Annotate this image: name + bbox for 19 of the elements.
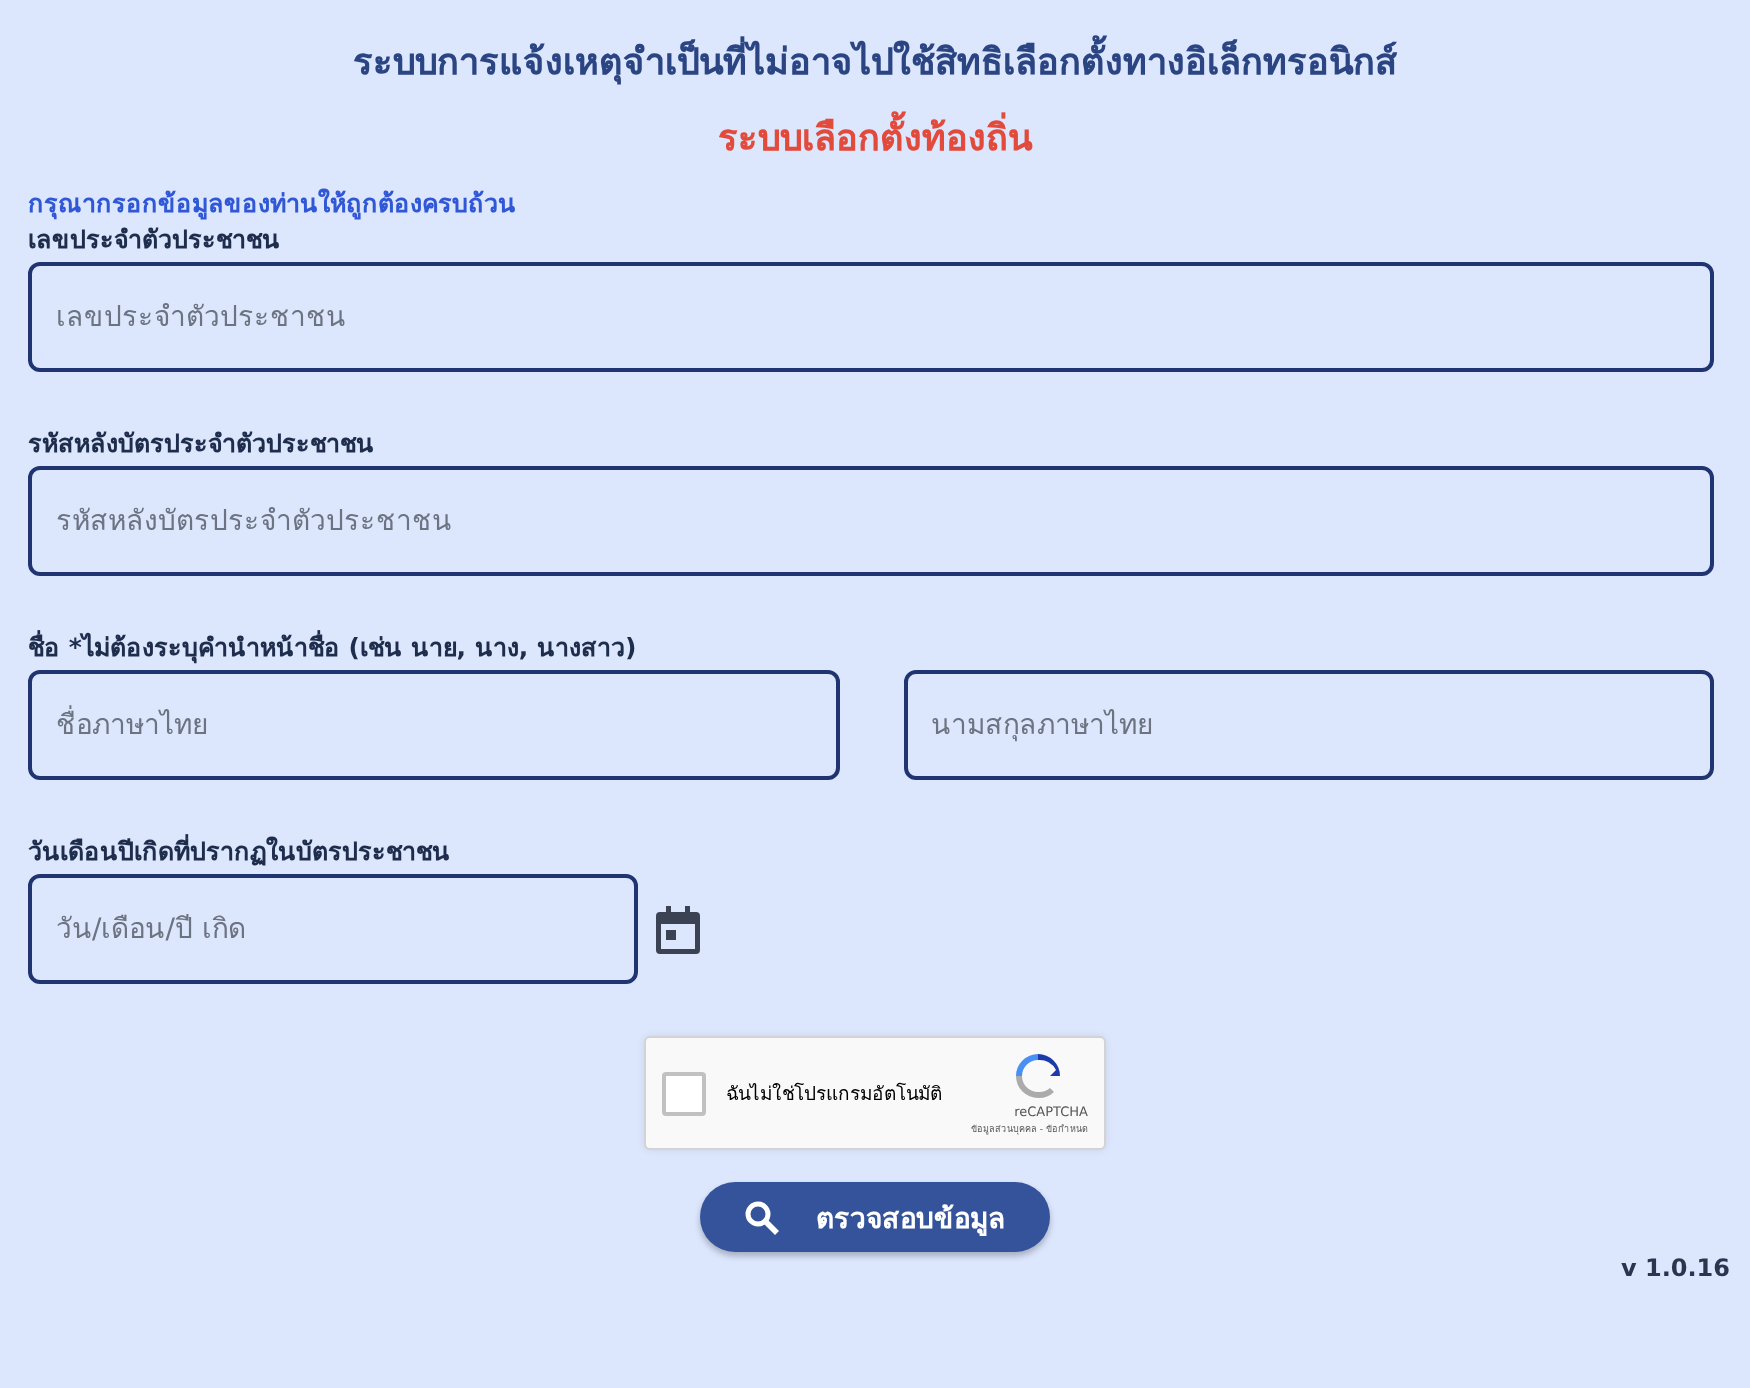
version-text: v 1.0.16: [1620, 1254, 1730, 1282]
page-subtitle: ระบบเลือกตั้งท้องถิ่น: [718, 116, 1032, 164]
captcha-checkbox[interactable]: [662, 1071, 706, 1115]
search-icon: [744, 1199, 780, 1235]
input-field[interactable]: วัน/เดือน/ปี เกิด: [28, 874, 638, 984]
recaptcha-logo-icon: [1012, 1050, 1064, 1102]
input-field[interactable]: เลขประจำตัวประชาชน: [28, 262, 1714, 372]
input-field[interactable]: รหัสหลังบัตรประจำตัวประชาชน: [28, 466, 1714, 576]
field-label: รหัสหลังบัตรประจำตัวประชาชน: [28, 426, 374, 460]
submit-button[interactable]: ตรวจสอบข้อมูล: [700, 1182, 1050, 1252]
field-label: ชื่อ *ไม่ต้องระบุคำนำหน้าชื่อ (เช่น นาย, นาง, นางสาว): [28, 630, 637, 664]
field-label: เลขประจำตัวประชาชน: [28, 222, 280, 256]
input-field[interactable]: ชื่อภาษาไทย: [28, 670, 839, 780]
instruction-text: กรุณากรอกข้อมูลของท่านให้ถูกต้องครบถ้วน: [28, 186, 516, 220]
captcha-label: ฉันไม่ใช่โปรแกรมอัตโนมัติ: [726, 1080, 944, 1108]
calendar-icon[interactable]: [656, 905, 700, 953]
input-field[interactable]: นามสกุลภาษาไทย: [903, 670, 1714, 780]
page-title: ระบบการแจ้งเหตุจำเป็นที่ไม่อาจไปใช้สิทธิเลือกตั้งทางอิเล็กทรอนิกส์: [353, 40, 1397, 88]
field-label: วันเดือนปีเกิดที่ปรากฏในบัตรประชาชน: [28, 834, 450, 868]
